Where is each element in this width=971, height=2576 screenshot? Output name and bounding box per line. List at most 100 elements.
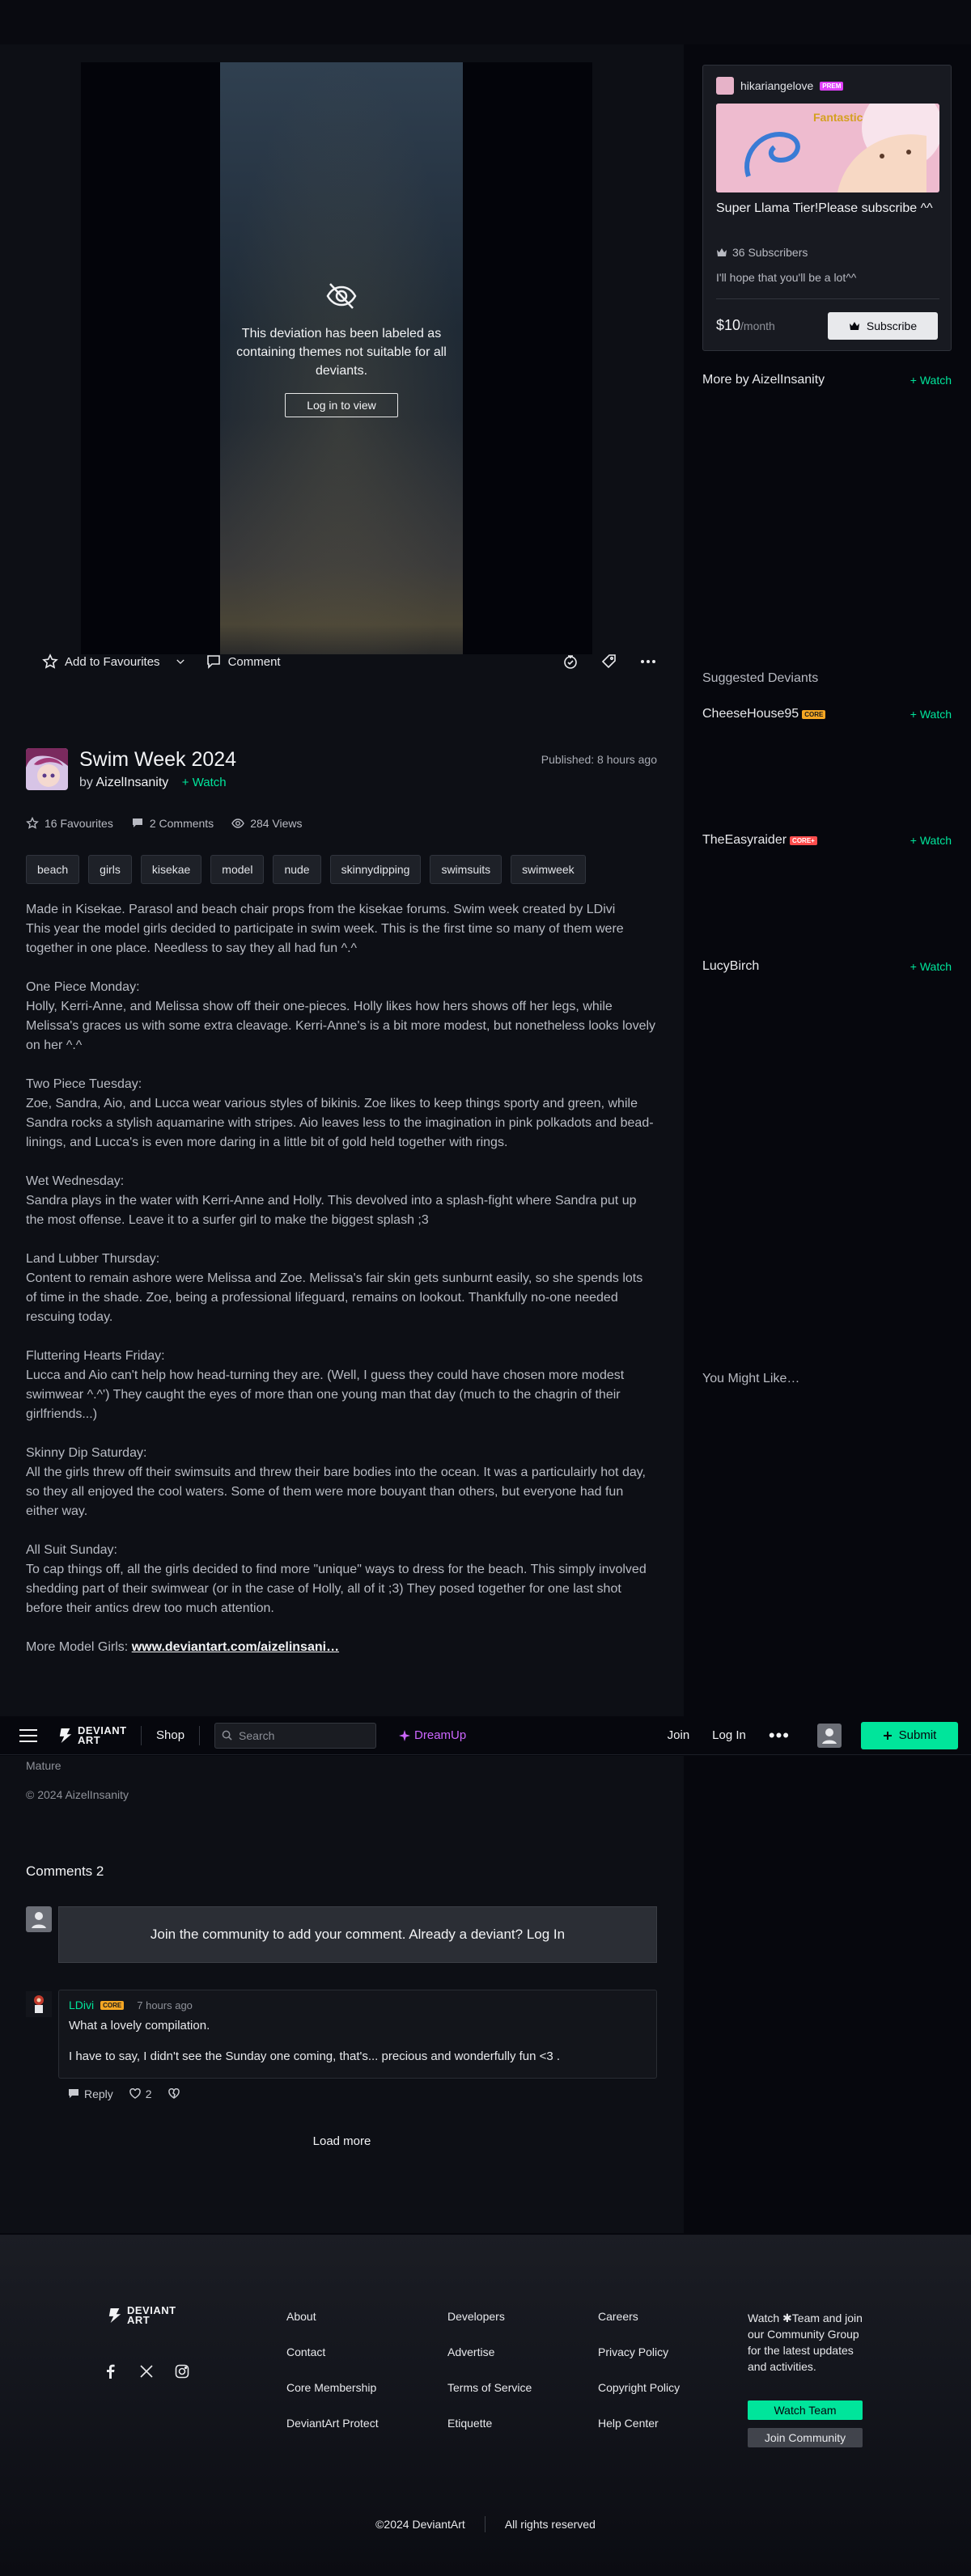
chevron-down-icon[interactable] (175, 656, 186, 667)
more-by-heading: More by AizelInsanity (702, 373, 825, 387)
footer-column-company: About Contact Core Membership DeviantArt… (286, 2310, 379, 2452)
top-navigation: DEVIANT ART Shop Search DreamUp Join Log… (0, 1716, 971, 1755)
comment-username[interactable]: LDivi (69, 1999, 94, 2011)
core-badge: CORE (802, 709, 826, 719)
like-count: 2 (145, 2087, 152, 2100)
owner-avatar (716, 77, 734, 95)
footer-link-copyright-policy[interactable]: Copyright Policy (598, 2381, 680, 2395)
footer-link-terms[interactable]: Terms of Service (447, 2381, 532, 2395)
like-button[interactable]: 2 (129, 2087, 152, 2100)
comment-card: LDivi CORE 7 hours ago What a lovely com… (58, 1990, 657, 2079)
subscription-image[interactable]: Fantastic (716, 104, 939, 192)
search-input[interactable]: Search (214, 1722, 377, 1749)
submit-button[interactable]: Submit (861, 1721, 958, 1749)
subscribe-button[interactable]: Subscribe (828, 312, 938, 340)
instagram-icon[interactable] (175, 2364, 189, 2379)
premium-badge: PREM (820, 81, 844, 91)
badge-give-icon[interactable] (562, 653, 579, 670)
footer-link-etiquette[interactable]: Etiquette (447, 2417, 532, 2430)
footer-link-careers[interactable]: Careers (598, 2310, 680, 2324)
subscription-card: hikariangelove PREM Fantastic Super Llam… (702, 65, 952, 351)
tag-chip[interactable]: kisekae (140, 855, 202, 884)
eye-off-icon (326, 283, 357, 309)
footer-logo-text: DEVIANT ART (127, 2304, 176, 2326)
reply-button[interactable]: Reply (68, 2087, 113, 2100)
join-community-button[interactable]: Join Community (748, 2428, 863, 2447)
dislike-button[interactable] (167, 2088, 180, 2100)
suggested-deviant-name[interactable]: LucyBirch (702, 959, 759, 974)
tag-chip[interactable]: skinnydipping (329, 855, 422, 884)
x-icon[interactable] (139, 2364, 154, 2379)
comment-text-line-2: I have to say, I didn't see the Sunday o… (69, 2049, 561, 2063)
commenter-avatar[interactable] (26, 1991, 52, 2017)
tag-chip[interactable]: girls (88, 855, 132, 884)
more-model-girls-link[interactable]: www.deviantart.com/aizelinsani… (132, 1640, 339, 1654)
subscription-owner[interactable]: hikariangelove PREM (716, 77, 844, 95)
description-paragraph: Made in Kisekae. Parasol and beach chair… (26, 903, 624, 955)
facebook-icon[interactable] (104, 2364, 118, 2379)
watch-button[interactable]: + Watch (910, 960, 952, 973)
footer-link-core-membership[interactable]: Core Membership (286, 2381, 379, 2395)
join-link[interactable]: Join (668, 1728, 690, 1742)
watch-button[interactable]: + Watch (910, 834, 952, 847)
footer-link-privacy[interactable]: Privacy Policy (598, 2345, 680, 2359)
tag-chip[interactable]: beach (26, 855, 80, 884)
guest-avatar (26, 1906, 52, 1932)
tag-chip[interactable]: swimsuits (430, 855, 502, 884)
tag-chip[interactable]: nude (273, 855, 321, 884)
add-to-favourites-button[interactable]: Add to Favourites (42, 654, 186, 670)
action-bar: Add to Favourites Comment (42, 649, 657, 674)
description-paragraph: All Suit Sunday: To cap things off, all … (26, 1543, 647, 1615)
subscriber-count: 36 Subscribers (716, 246, 808, 259)
deviantart-logo[interactable]: DEVIANT ART (58, 1725, 126, 1745)
tag-chip[interactable]: model (210, 855, 265, 884)
suggested-deviant-name[interactable]: TheEasyraider (702, 833, 787, 848)
watch-button[interactable]: + Watch (910, 374, 952, 387)
join-community-prompt[interactable]: Join the community to add your comment. … (58, 1906, 657, 1963)
copyright-line: © 2024 AizelInsanity (26, 1788, 129, 1801)
core-badge: CORE (100, 2000, 125, 2010)
user-avatar-icon[interactable] (817, 1723, 842, 1748)
menu-icon[interactable] (19, 1728, 37, 1742)
mature-notice: This deviation has been labeled as conta… (220, 279, 463, 417)
footer-link-advertise[interactable]: Advertise (447, 2345, 532, 2359)
comment-button[interactable]: Comment (206, 654, 281, 670)
deviation-title: Swim Week 2024 (79, 748, 237, 771)
suggested-deviant-name[interactable]: CheeseHouse95 (702, 707, 799, 721)
published-time: Published: 8 hours ago (541, 753, 657, 766)
description-paragraph: Fluttering Hearts Friday: Lucca and Aio … (26, 1349, 625, 1421)
tag-chip[interactable]: swimweek (511, 855, 586, 884)
deviation-description: Made in Kisekae. Parasol and beach chair… (26, 900, 657, 1677)
login-link[interactable]: Log In (712, 1728, 746, 1742)
watch-team-button[interactable]: Watch Team (748, 2400, 863, 2420)
author-link[interactable]: AizelInsanity (95, 776, 168, 789)
footer: DEVIANT ART About Contact Core Membershi… (0, 2235, 971, 2576)
comment-icon (69, 2089, 78, 2098)
comment-meta: LDivi CORE 7 hours ago (69, 1999, 647, 2011)
more-options-icon[interactable] (639, 653, 657, 670)
search-icon (222, 1730, 232, 1741)
author-avatar[interactable] (26, 748, 68, 790)
shop-link[interactable]: Shop (156, 1728, 184, 1742)
watch-button[interactable]: + Watch (910, 708, 952, 721)
more-menu-icon[interactable]: ••• (769, 1725, 790, 1746)
footer-link-about[interactable]: About (286, 2310, 379, 2324)
svg-text:Fantastic: Fantastic (813, 111, 863, 124)
watch-author-button[interactable]: + Watch (182, 776, 227, 789)
by-label: by (79, 776, 93, 789)
description-paragraph: One Piece Monday: Holly, Kerri-Anne, and… (26, 980, 656, 1052)
footer-link-contact[interactable]: Contact (286, 2345, 379, 2359)
footer-link-deviantart-protect[interactable]: DeviantArt Protect (286, 2417, 379, 2430)
footer-link-developers[interactable]: Developers (447, 2310, 532, 2324)
mature-notice-text: This deviation has been labeled as conta… (236, 327, 447, 378)
description-paragraph: Skinny Dip Saturday: All the girls threw… (26, 1446, 646, 1518)
favourites-stat: 16 Favourites (26, 817, 113, 830)
load-more-button[interactable]: Load more (0, 2134, 684, 2148)
dreamup-link[interactable]: DreamUp (399, 1728, 466, 1742)
tag-icon[interactable] (600, 653, 618, 670)
core-plus-badge: CORE+ (790, 835, 817, 845)
login-to-view-button[interactable]: Log in to view (285, 393, 398, 417)
footer-link-help-center[interactable]: Help Center (598, 2417, 680, 2430)
footer-logo[interactable]: DEVIANT ART (108, 2304, 176, 2326)
footer-copyright: ©2024 DeviantArt (375, 2518, 465, 2531)
